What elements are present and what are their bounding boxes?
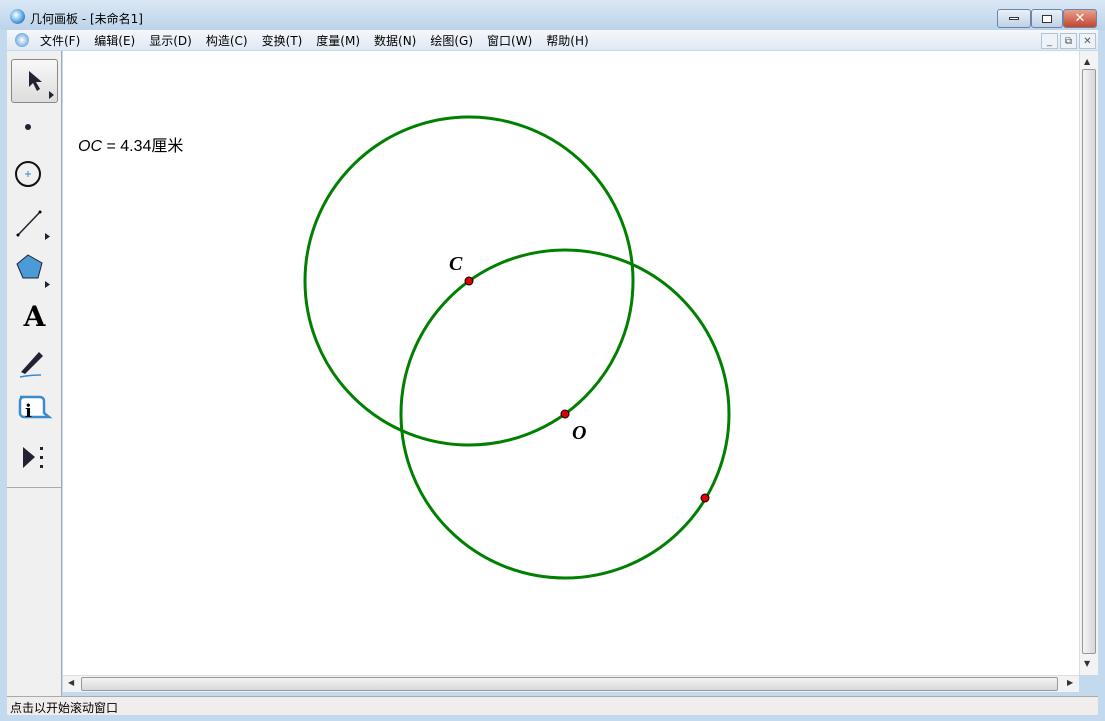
measurement-label: OC	[78, 138, 102, 155]
scroll-down-icon[interactable]: ▼	[1084, 659, 1090, 668]
doc-close-button[interactable]: ✕	[1079, 33, 1096, 49]
svg-text:i: i	[25, 401, 32, 422]
marker-tool-icon[interactable]	[11, 340, 58, 384]
arrow-tool-icon[interactable]	[11, 59, 58, 103]
compass-tool-icon[interactable]	[11, 152, 58, 196]
point-tool-icon[interactable]	[11, 105, 58, 149]
menu-number[interactable]: 数据(N)	[367, 32, 423, 49]
scroll-left-icon[interactable]: ◀	[68, 678, 74, 687]
menu-display[interactable]: 显示(D)	[142, 32, 199, 49]
doc-restore-button[interactable]: ⧉	[1060, 33, 1077, 49]
menu-construct[interactable]: 构造(C)	[199, 32, 255, 49]
sketch-canvas[interactable]	[63, 51, 1079, 675]
menu-help[interactable]: 帮助(H)	[539, 32, 595, 49]
app-icon	[10, 9, 25, 24]
menu-bar: 文件(F) 编辑(E) 显示(D) 构造(C) 变换(T) 度量(M) 数据(N…	[7, 30, 1098, 50]
measurement-unit: 厘米	[151, 138, 184, 155]
point-c[interactable]	[464, 276, 474, 286]
label-c[interactable]: C	[449, 253, 462, 276]
title-bar	[0, 0, 1105, 30]
scroll-up-icon[interactable]: ▲	[1084, 57, 1090, 66]
minimize-button[interactable]	[997, 9, 1031, 28]
menu-transform[interactable]: 变换(T)	[255, 32, 310, 49]
status-bar: 点击以开始滚动窗口	[7, 696, 1098, 715]
horizontal-scroll-thumb[interactable]	[81, 677, 1058, 691]
toolbox-empty	[7, 488, 62, 696]
menu-edit[interactable]: 编辑(E)	[87, 32, 142, 49]
measurement-value: = 4.34	[102, 138, 152, 155]
text-tool-icon[interactable]: A	[11, 294, 58, 338]
information-tool-icon[interactable]: i	[11, 387, 58, 431]
label-o[interactable]: O	[572, 422, 586, 445]
measurement-oc[interactable]: OC = 4.34厘米	[78, 132, 183, 156]
point-on-circle[interactable]	[700, 493, 710, 503]
menu-window[interactable]: 窗口(W)	[480, 32, 539, 49]
doc-minimize-button[interactable]: _	[1041, 33, 1058, 49]
construction	[303, 115, 731, 580]
straightedge-tool-icon[interactable]	[11, 200, 58, 244]
close-button[interactable]: ✕	[1063, 9, 1097, 28]
polygon-tool-icon[interactable]	[11, 247, 58, 291]
vertical-scrollbar[interactable]: ▲ ▼	[1079, 51, 1098, 675]
menu-graph[interactable]: 绘图(G)	[423, 32, 480, 49]
scroll-right-icon[interactable]: ▶	[1067, 678, 1073, 687]
custom-tool-icon[interactable]	[11, 435, 58, 479]
window-title: 几何画板 - [未命名1]	[30, 12, 143, 26]
vertical-scroll-thumb[interactable]	[1082, 69, 1096, 654]
document-icon	[15, 33, 29, 47]
menu-file[interactable]: 文件(F)	[33, 32, 87, 49]
maximize-button[interactable]	[1031, 9, 1063, 28]
menu-measure[interactable]: 度量(M)	[309, 32, 367, 49]
point-o[interactable]	[560, 409, 570, 419]
horizontal-scrollbar[interactable]: ◀ ▶	[63, 675, 1079, 692]
